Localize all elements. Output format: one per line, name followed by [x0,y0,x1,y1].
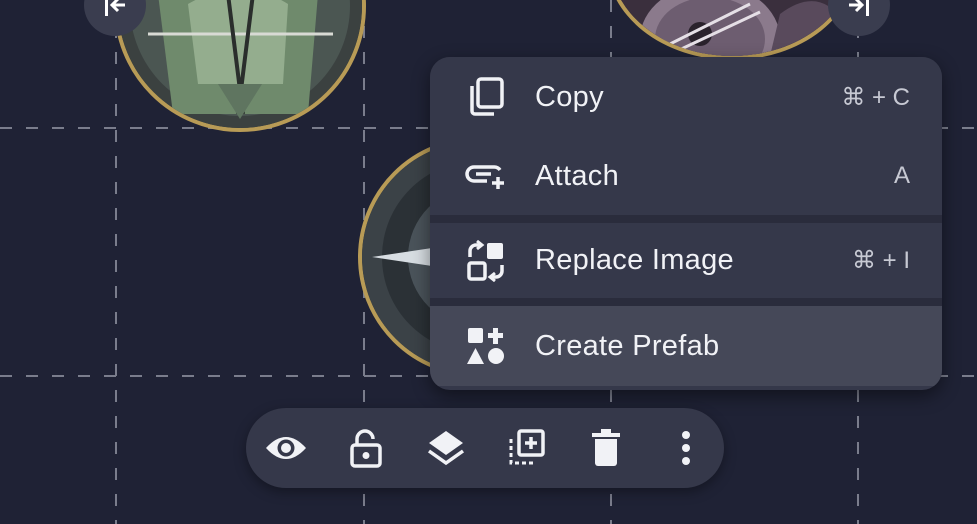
menu-item-shortcut: ⌘ + I [851,247,910,274]
context-menu: Copy ⌘ + C Attach A Replace Image ⌘ + I … [430,57,942,390]
menu-item-create-prefab[interactable]: Create Prefab [430,306,942,386]
menu-item-shortcut: ⌘ + C [841,83,910,111]
menu-item-label: Create Prefab [535,329,720,362]
menu-divider [430,215,942,223]
more-options-button[interactable] [664,426,708,470]
unlock-icon [350,429,382,468]
eye-icon [266,437,306,459]
toggle-visibility-button[interactable] [264,426,308,470]
create-prefab-icon [464,324,508,368]
delete-button[interactable] [584,426,628,470]
token-toolbar [246,408,724,488]
trash-icon [592,429,620,466]
menu-item-label: Attach [535,159,620,192]
layers-button[interactable] [424,426,468,470]
copy-icon [464,75,508,119]
collapse-left-icon [105,0,125,16]
menu-item-label: Copy [535,80,604,113]
duplicate-button[interactable] [504,426,548,470]
collapse-right-icon [849,0,869,16]
menu-group-primary: Copy ⌘ + C Attach A [430,57,942,215]
menu-item-replace-image[interactable]: Replace Image ⌘ + I [430,223,942,298]
more-vertical-icon [682,431,690,465]
duplicate-icon [509,429,545,465]
menu-divider [430,298,942,306]
map-canvas[interactable]: Copy ⌘ + C Attach A Replace Image ⌘ + I … [0,0,977,524]
menu-group-image: Replace Image ⌘ + I [430,223,942,298]
layers-icon [427,431,465,466]
menu-item-copy[interactable]: Copy ⌘ + C [430,57,942,137]
menu-item-attach[interactable]: Attach A [430,137,942,215]
attach-icon [464,154,508,198]
menu-item-shortcut: A [893,162,910,189]
menu-item-label: Replace Image [535,244,734,276]
lock-button[interactable] [344,426,388,470]
replace-image-icon [464,239,508,283]
menu-group-prefab: Create Prefab [430,306,942,386]
